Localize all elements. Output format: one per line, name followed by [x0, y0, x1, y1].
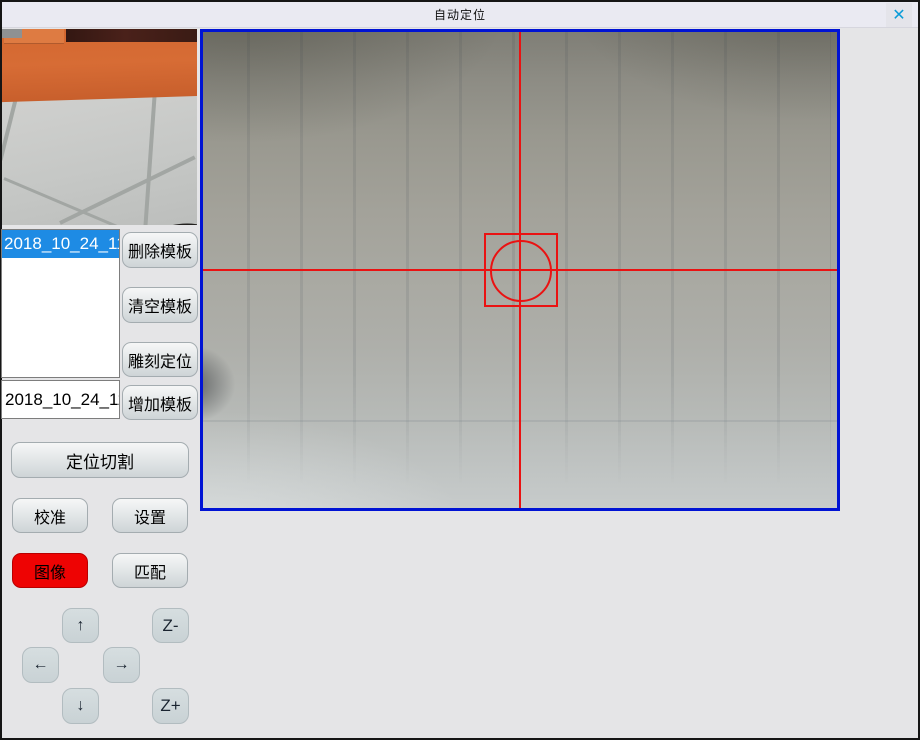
jog-right-button[interactable]: →: [103, 647, 140, 683]
gray-strip: [2, 29, 22, 38]
template-name-input[interactable]: [1, 380, 120, 419]
add-template-button[interactable]: 增加模板: [122, 385, 198, 420]
close-icon[interactable]: ✕: [886, 3, 912, 27]
title-bar: 自动定位 ✕: [2, 2, 918, 28]
target-circle: [490, 240, 552, 302]
settings-button[interactable]: 设置: [112, 498, 188, 533]
calibrate-button[interactable]: 校准: [12, 498, 88, 533]
jog-down-button[interactable]: ↓: [62, 688, 99, 724]
jog-up-button[interactable]: ↑: [62, 608, 99, 643]
image-button-active[interactable]: 图像: [12, 553, 88, 588]
template-thumbnail: [2, 29, 197, 225]
template-list[interactable]: 2018_10_24_11: [1, 229, 120, 378]
tile-grout-line: [2, 99, 17, 160]
jog-left-button[interactable]: ←: [22, 647, 59, 683]
jog-z-minus-button[interactable]: Z-: [152, 608, 189, 643]
engrave-position-button[interactable]: 雕刻定位: [122, 342, 198, 377]
dark-bar: [66, 29, 197, 42]
clear-templates-button[interactable]: 清空模板: [122, 287, 198, 323]
tile-grout-line: [143, 95, 156, 225]
delete-template-button[interactable]: 删除模板: [122, 232, 198, 268]
template-list-item[interactable]: 2018_10_24_11: [2, 230, 119, 258]
position-cut-button[interactable]: 定位切割: [11, 442, 189, 478]
match-button[interactable]: 匹配: [112, 553, 188, 588]
window-title: 自动定位: [434, 6, 486, 23]
auto-position-dialog: 自动定位 ✕ 2018_10_24_11 删除模板 清空模板 雕刻定位 增加模板…: [0, 0, 920, 740]
camera-view[interactable]: [200, 29, 840, 511]
jog-z-plus-button[interactable]: Z+: [152, 688, 189, 724]
dark-object: [122, 214, 197, 225]
tile-grout-line: [59, 155, 196, 224]
